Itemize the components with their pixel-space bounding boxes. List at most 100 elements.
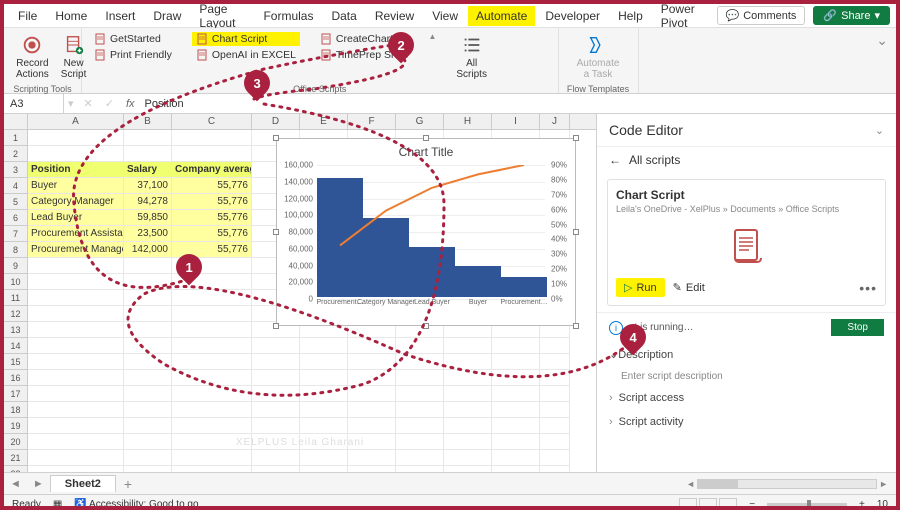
cell[interactable] xyxy=(124,290,172,306)
cell[interactable]: Position xyxy=(28,162,124,178)
row-header[interactable]: 13 xyxy=(4,322,28,338)
view-page-break-button[interactable] xyxy=(719,498,737,510)
menu-insert[interactable]: Insert xyxy=(97,6,143,26)
cell[interactable] xyxy=(252,386,300,402)
all-scripts-button[interactable]: All Scripts xyxy=(452,32,491,82)
cell[interactable]: 55,776 xyxy=(172,210,252,226)
cell[interactable]: Category Manager xyxy=(28,194,124,210)
row-header[interactable]: 15 xyxy=(4,354,28,370)
cell[interactable] xyxy=(300,450,348,466)
cell[interactable] xyxy=(28,322,124,338)
cell[interactable]: Company average xyxy=(172,162,252,178)
cell[interactable] xyxy=(172,370,252,386)
cell[interactable]: 55,776 xyxy=(172,194,252,210)
row-header[interactable]: 16 xyxy=(4,370,28,386)
cell[interactable] xyxy=(172,290,252,306)
cell[interactable] xyxy=(348,386,396,402)
row-header[interactable]: 19 xyxy=(4,418,28,434)
resize-handle[interactable] xyxy=(423,135,429,141)
cell[interactable] xyxy=(348,338,396,354)
ribbon-collapse-icon[interactable]: ⌄ xyxy=(868,28,896,93)
cell[interactable] xyxy=(172,386,252,402)
scroll-left-icon[interactable]: ◄ xyxy=(686,479,695,489)
cell[interactable] xyxy=(172,450,252,466)
cell[interactable] xyxy=(540,386,570,402)
zoom-out-button[interactable]: − xyxy=(749,499,755,510)
row-header[interactable]: 18 xyxy=(4,402,28,418)
cell[interactable] xyxy=(124,322,172,338)
cell[interactable] xyxy=(124,306,172,322)
cell[interactable] xyxy=(28,386,124,402)
row-header[interactable]: 10 xyxy=(4,274,28,290)
menu-data[interactable]: Data xyxy=(323,6,364,26)
resize-handle[interactable] xyxy=(573,323,579,329)
col-header-a[interactable]: A xyxy=(28,114,124,129)
cell[interactable] xyxy=(300,402,348,418)
cell[interactable] xyxy=(396,370,444,386)
cell[interactable] xyxy=(252,370,300,386)
cell[interactable] xyxy=(252,450,300,466)
cell[interactable] xyxy=(396,450,444,466)
cell[interactable] xyxy=(444,386,492,402)
stop-button[interactable]: Stop xyxy=(831,319,884,336)
cell[interactable]: 55,776 xyxy=(172,226,252,242)
cell[interactable] xyxy=(348,354,396,370)
cell[interactable] xyxy=(124,402,172,418)
cell[interactable] xyxy=(252,466,300,472)
cell[interactable] xyxy=(124,466,172,472)
col-header-c[interactable]: C xyxy=(172,114,252,129)
cell[interactable] xyxy=(124,418,172,434)
cell[interactable] xyxy=(492,338,540,354)
row-header[interactable]: 5 xyxy=(4,194,28,210)
cell[interactable] xyxy=(444,402,492,418)
cell[interactable] xyxy=(172,306,252,322)
cell[interactable]: Procurement Manager xyxy=(28,242,124,258)
script-getstarted[interactable]: GetStarted xyxy=(90,32,176,46)
cell[interactable] xyxy=(252,402,300,418)
cell[interactable] xyxy=(540,370,570,386)
cell[interactable] xyxy=(348,450,396,466)
cell[interactable]: 59,850 xyxy=(124,210,172,226)
cell[interactable] xyxy=(172,322,252,338)
cell[interactable] xyxy=(444,434,492,450)
row-header[interactable]: 2 xyxy=(4,146,28,162)
row-header[interactable]: 1 xyxy=(4,130,28,146)
menu-automate[interactable]: Automate xyxy=(468,6,535,26)
row-header[interactable]: 12 xyxy=(4,306,28,322)
cell[interactable] xyxy=(492,370,540,386)
script-access-section[interactable]: Script access xyxy=(597,386,896,410)
scroll-right-icon[interactable]: ► xyxy=(879,479,888,489)
cell[interactable]: 142,000 xyxy=(124,242,172,258)
zoom-in-button[interactable]: + xyxy=(859,499,865,510)
cell[interactable] xyxy=(396,386,444,402)
back-to-all-scripts[interactable]: ← All scripts xyxy=(597,147,896,173)
more-options-button[interactable]: ••• xyxy=(859,280,877,296)
cell[interactable] xyxy=(28,434,124,450)
resize-handle[interactable] xyxy=(573,229,579,235)
cell[interactable] xyxy=(300,466,348,472)
col-header-b[interactable]: B xyxy=(124,114,172,129)
cell[interactable] xyxy=(124,258,172,274)
name-box[interactable]: A3 xyxy=(4,94,64,113)
cell[interactable] xyxy=(252,354,300,370)
cell[interactable] xyxy=(396,402,444,418)
cell[interactable] xyxy=(124,370,172,386)
row-header[interactable]: 21 xyxy=(4,450,28,466)
cell[interactable] xyxy=(492,402,540,418)
cell[interactable] xyxy=(172,146,252,162)
cell[interactable] xyxy=(348,466,396,472)
menu-draw[interactable]: Draw xyxy=(145,6,189,26)
cell[interactable] xyxy=(348,370,396,386)
col-header-h[interactable]: H xyxy=(444,114,492,129)
cell[interactable] xyxy=(28,402,124,418)
col-header-d[interactable]: D xyxy=(252,114,300,129)
menu-formulas[interactable]: Formulas xyxy=(255,6,321,26)
edit-button[interactable]: ✎ Edit xyxy=(673,281,705,294)
comments-button[interactable]: 💬 Comments xyxy=(717,6,806,25)
cell[interactable] xyxy=(124,450,172,466)
resize-handle[interactable] xyxy=(273,229,279,235)
cell[interactable] xyxy=(28,418,124,434)
script-activity-section[interactable]: Script activity xyxy=(597,410,896,434)
cell[interactable] xyxy=(540,466,570,472)
menu-help[interactable]: Help xyxy=(610,6,651,26)
